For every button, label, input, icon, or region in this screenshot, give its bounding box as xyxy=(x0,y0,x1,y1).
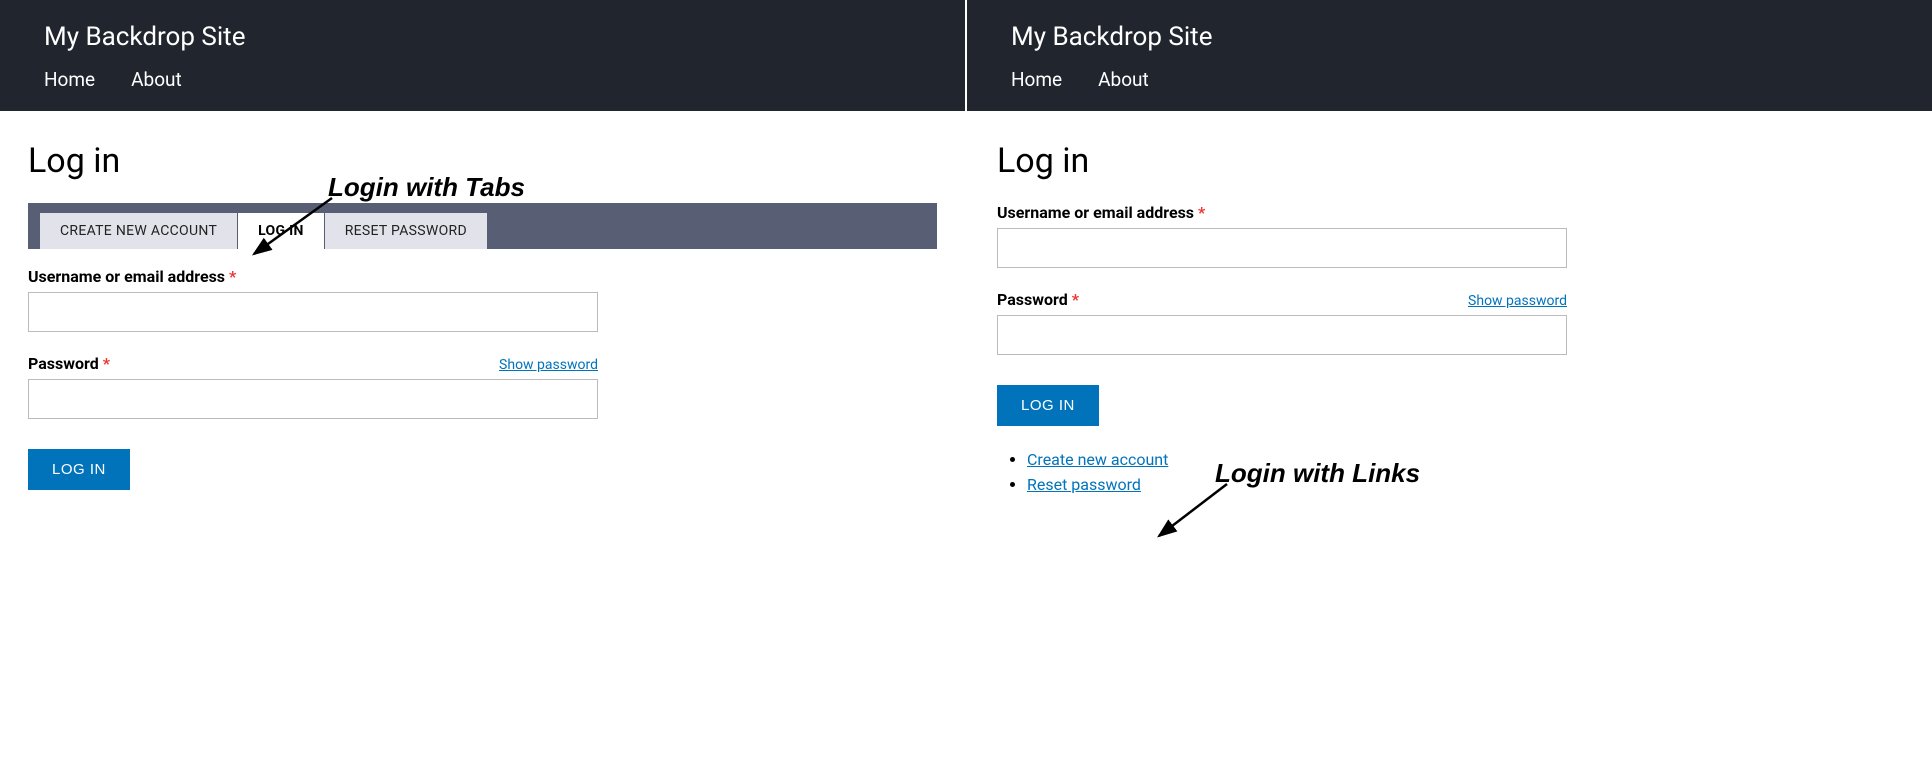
site-header: My Backdrop Site Home About xyxy=(967,0,1932,111)
required-marker: * xyxy=(229,267,236,286)
password-input[interactable] xyxy=(28,379,598,419)
username-label: Username or email address * xyxy=(28,267,236,286)
login-button[interactable]: LOG IN xyxy=(997,385,1099,426)
show-password-link[interactable]: Show password xyxy=(1468,293,1567,309)
username-input[interactable] xyxy=(28,292,598,332)
show-password-link[interactable]: Show password xyxy=(499,357,598,373)
account-links: Create new account Reset password xyxy=(997,450,1902,494)
nav-about[interactable]: About xyxy=(131,68,182,91)
required-marker: * xyxy=(103,354,110,373)
username-input[interactable] xyxy=(997,228,1567,268)
link-create-account[interactable]: Create new account xyxy=(1027,450,1168,469)
tab-reset-password[interactable]: RESET PASSWORD xyxy=(325,213,487,249)
link-reset-password[interactable]: Reset password xyxy=(1027,475,1141,494)
annotation-links: Login with Links xyxy=(1215,458,1420,489)
arrow-icon xyxy=(1147,478,1237,558)
password-label: Password * xyxy=(28,354,110,373)
login-button[interactable]: LOG IN xyxy=(28,449,130,490)
nav-about[interactable]: About xyxy=(1098,68,1149,91)
arrow-icon xyxy=(242,192,342,272)
password-input[interactable] xyxy=(997,315,1567,355)
tab-create-account[interactable]: CREATE NEW ACCOUNT xyxy=(40,213,237,249)
annotation-tabs: Login with Tabs xyxy=(328,172,525,203)
required-marker: * xyxy=(1072,290,1079,309)
site-header: My Backdrop Site Home About xyxy=(0,0,965,111)
main-nav: Home About xyxy=(967,68,1932,111)
nav-home[interactable]: Home xyxy=(1011,68,1062,91)
tabs-bar: CREATE NEW ACCOUNT LOG IN RESET PASSWORD xyxy=(28,203,937,249)
username-label: Username or email address * xyxy=(997,203,1205,222)
site-title: My Backdrop Site xyxy=(0,0,965,68)
required-marker: * xyxy=(1198,203,1205,222)
main-nav: Home About xyxy=(0,68,965,111)
page-title: Log in xyxy=(997,141,1902,181)
nav-home[interactable]: Home xyxy=(44,68,95,91)
password-label: Password * xyxy=(997,290,1079,309)
site-title: My Backdrop Site xyxy=(967,0,1932,68)
